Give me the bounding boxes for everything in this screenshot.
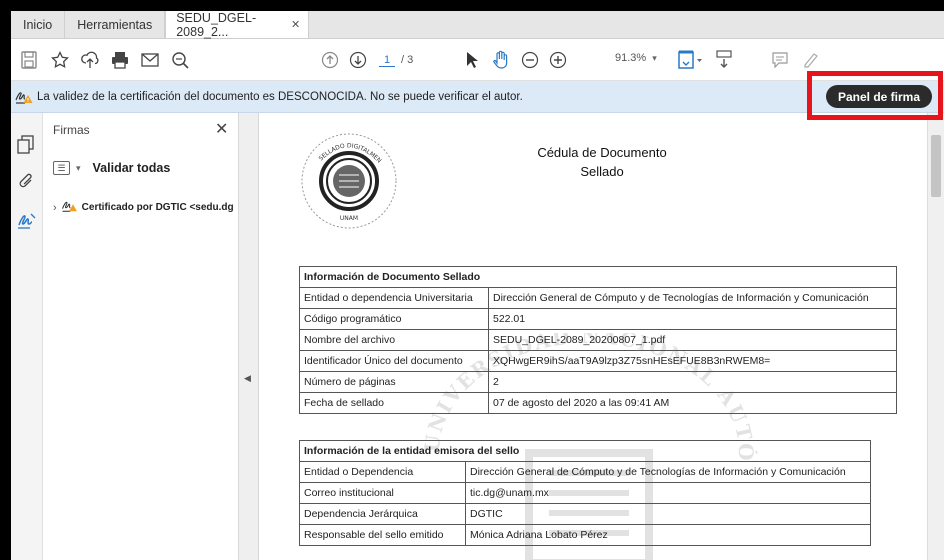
- table-row: Entidad o dependencia Universitaria Direc…: [299, 287, 897, 309]
- page-number-field[interactable]: 1 / 3: [379, 51, 431, 69]
- certificate-tree-item[interactable]: › Certificado por DGTIC <sedu.dg: [53, 199, 234, 216]
- table-key: Código programático: [299, 308, 489, 330]
- signature-warning-bar: La validez de la certificación del docum…: [11, 81, 944, 113]
- panel-splitter[interactable]: ◀: [239, 113, 259, 560]
- zoom-dropdown[interactable]: 91.3% ▾: [615, 52, 657, 64]
- signatures-panel-title: Firmas: [53, 123, 90, 137]
- close-icon[interactable]: ✕: [215, 119, 228, 139]
- scrollbar-thumb[interactable]: [931, 135, 941, 197]
- table-value: Dirección General de Cómputo y de Tecnol…: [488, 287, 897, 309]
- tab-bar: Inicio Herramientas SEDU_DGEL-2089_2... …: [11, 11, 944, 39]
- scroll-mode-icon[interactable]: [715, 49, 733, 71]
- table-row: Correo institucional tic.dg@unam.mx: [299, 482, 871, 504]
- table-row: Responsable del sello emitido Mónica Adri…: [299, 524, 871, 546]
- print-icon[interactable]: [111, 49, 129, 71]
- signature-warning-icon: [15, 89, 33, 108]
- table-header: Información de Documento Sellado: [299, 266, 897, 288]
- table-row: Identificador Único del documento XQHwgER…: [299, 350, 897, 372]
- signature-icon[interactable]: [17, 211, 37, 234]
- unam-seal-logo: SELLADO DIGITALMENTE UNAM: [296, 126, 399, 234]
- table-row: Dependencia Jerárquica DGTIC: [299, 503, 871, 525]
- tab-herramientas[interactable]: Herramientas: [65, 11, 166, 38]
- document-title: Cédula de Documento Sellado: [507, 143, 697, 181]
- comment-icon[interactable]: [771, 49, 789, 71]
- page-total: / 3: [401, 54, 414, 66]
- upload-icon[interactable]: [81, 49, 99, 71]
- signature-panel-button[interactable]: Panel de firma: [826, 85, 932, 108]
- chevron-down-icon[interactable]: ▾: [76, 163, 81, 174]
- table-value: Dirección General de Cómputo y de Tecnol…: [465, 461, 871, 483]
- page-up-icon[interactable]: [321, 49, 339, 71]
- table-row: Fecha de sellado 07 de agosto del 2020 a …: [299, 392, 897, 414]
- table-key: Número de páginas: [299, 371, 489, 393]
- table-row: Número de páginas 2: [299, 371, 897, 393]
- select-cursor-icon[interactable]: [465, 49, 479, 71]
- page-current[interactable]: 1: [379, 54, 395, 67]
- highlight-icon[interactable]: [801, 49, 821, 71]
- table-value: tic.dg@unam.mx: [465, 482, 871, 504]
- pages-icon[interactable]: [17, 135, 35, 158]
- toolbar: 1 / 3 91.3% ▾: [11, 39, 944, 81]
- zoom-in-icon[interactable]: [549, 49, 567, 71]
- page-down-icon[interactable]: [349, 49, 367, 71]
- email-icon[interactable]: [141, 49, 159, 71]
- hand-tool-icon[interactable]: [491, 49, 511, 71]
- acrobat-window: Inicio Herramientas SEDU_DGEL-2089_2... …: [11, 11, 944, 560]
- document-title-line2: Sellado: [580, 164, 624, 179]
- signatures-panel: Firmas ✕ ☰ ▾ Validar todas › Certificado…: [43, 113, 239, 560]
- table-key: Correo institucional: [299, 482, 466, 504]
- table-header: Información de la entidad emisora del se…: [299, 440, 871, 462]
- tab-label: SEDU_DGEL-2089_2...: [176, 11, 257, 39]
- table-key: Nombre del archivo: [299, 329, 489, 351]
- save-icon[interactable]: [21, 49, 37, 71]
- chevron-right-icon[interactable]: ›: [53, 202, 57, 214]
- attachment-icon[interactable]: [17, 171, 35, 194]
- table-key: Entidad o dependencia Universitaria: [299, 287, 489, 309]
- table-key: Entidad o Dependencia: [299, 461, 466, 483]
- chevron-down-icon: ▾: [652, 52, 657, 63]
- table-row: Código programático 522.01: [299, 308, 897, 330]
- star-icon[interactable]: [51, 49, 69, 71]
- options-menu-icon[interactable]: ☰: [53, 161, 70, 175]
- table-key: Fecha de sellado: [299, 392, 489, 414]
- table-key: Dependencia Jerárquica: [299, 503, 466, 525]
- zoom-value: 91.3%: [615, 52, 647, 64]
- signature-warning-icon: [61, 199, 78, 216]
- warning-message: La validez de la certificación del docum…: [37, 91, 523, 103]
- table-value: 522.01: [488, 308, 897, 330]
- table-value: Mónica Adriana Lobato Pérez: [465, 524, 871, 546]
- table-value: 07 de agosto del 2020 a las 09:41 AM: [488, 392, 897, 414]
- vertical-scrollbar[interactable]: [927, 113, 944, 560]
- certificate-label: Certificado por DGTIC <sedu.dg: [81, 202, 234, 213]
- issuing-entity-info-table: Información de la entidad emisora del se…: [299, 440, 871, 546]
- close-tab-icon[interactable]: ✕: [291, 18, 300, 31]
- zoom-out-icon[interactable]: [521, 49, 539, 71]
- zoom-search-icon[interactable]: [171, 49, 189, 71]
- tab-document[interactable]: SEDU_DGEL-2089_2... ✕: [165, 11, 310, 39]
- table-value: SEDU_DGEL-2089_20200807_1.pdf: [488, 329, 897, 351]
- table-row: Nombre del archivo SEDU_DGEL-2089_2020080…: [299, 329, 897, 351]
- table-value: XQHwgER9ihS/aaT9A9lzp3Z75snHEsEFUE8B3nRW…: [488, 350, 897, 372]
- seal-text-bottom: UNAM: [340, 215, 358, 222]
- validate-all-label: Validar todas: [92, 161, 171, 175]
- table-value: 2: [488, 371, 897, 393]
- document-title-line1: Cédula de Documento: [537, 145, 667, 160]
- table-row: Entidad o Dependencia Dirección General d…: [299, 461, 871, 483]
- table-key: Identificador Único del documento: [299, 350, 489, 372]
- collapse-panel-icon[interactable]: ◀: [244, 373, 251, 384]
- table-value: DGTIC: [465, 503, 871, 525]
- validate-all-button[interactable]: ☰ ▾ Validar todas: [53, 161, 170, 175]
- fit-page-icon[interactable]: [677, 49, 703, 71]
- tab-inicio[interactable]: Inicio: [11, 11, 66, 38]
- tab-label: Inicio: [23, 17, 53, 32]
- sealed-document-info-table: Información de Documento Sellado Entidad…: [299, 266, 897, 414]
- document-view: SELLADO DIGITALMENTE UNAM Cédula de Docu…: [259, 113, 927, 560]
- table-key: Responsable del sello emitido: [299, 524, 466, 546]
- tab-label: Herramientas: [77, 17, 153, 32]
- left-tool-rail: [11, 113, 43, 560]
